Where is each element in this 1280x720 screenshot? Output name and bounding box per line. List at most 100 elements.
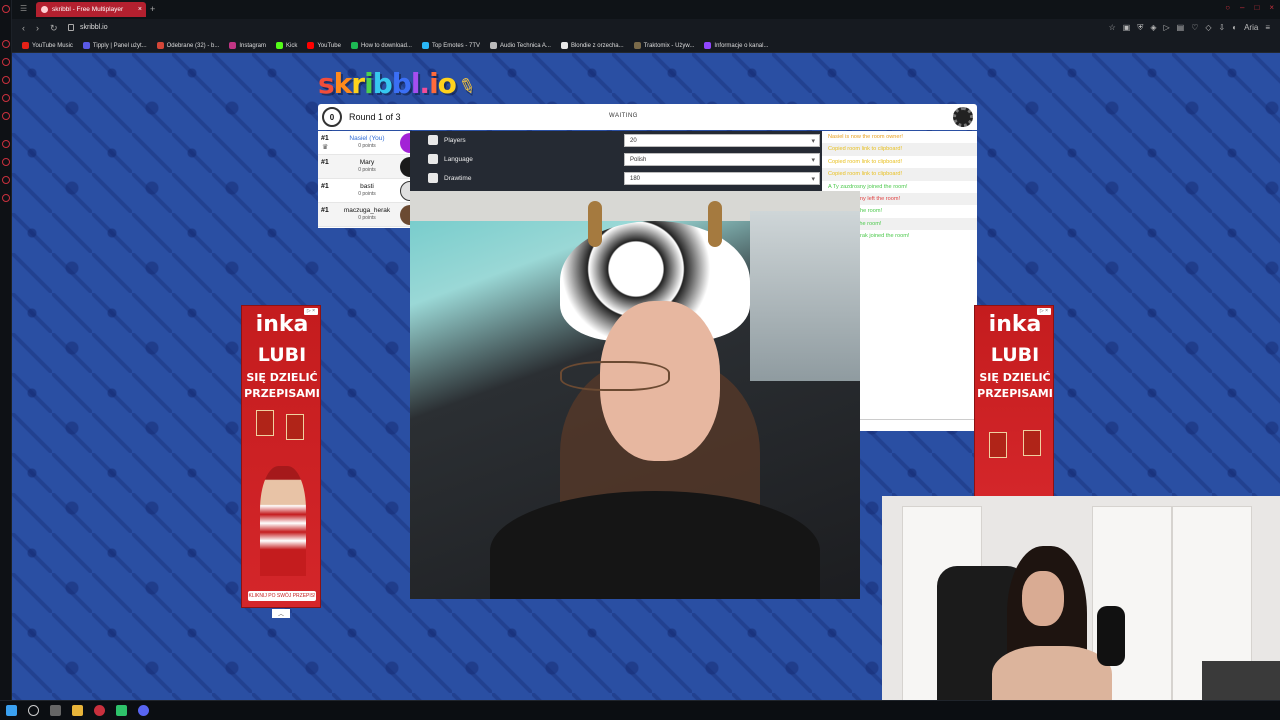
bookmark-item[interactable]: YouTube: [307, 42, 341, 49]
sidebar-app-icon[interactable]: [2, 158, 10, 166]
product-pack: [1023, 430, 1041, 456]
chat-message: Nasiel is now the room owner!: [828, 134, 903, 140]
cube-icon[interactable]: ◇: [1205, 23, 1211, 33]
ad-model: [260, 466, 306, 576]
aria-icon[interactable]: Aria: [1244, 23, 1258, 33]
sidebar-app-icon[interactable]: [2, 58, 10, 66]
profile-icon[interactable]: ◐: [1232, 23, 1237, 33]
ad-cta[interactable]: KLIKNIJ PO SWÓJ PRZEPIS!: [248, 591, 316, 601]
player-icon[interactable]: ▷: [1164, 23, 1170, 33]
round-indicator: Round 1 of 3: [349, 112, 401, 122]
logo-letter: .: [419, 67, 430, 100]
drawtime-select[interactable]: 180: [624, 172, 820, 185]
player-list: #1 ♛ Nasiel (You) 0 points #1 Mary 0 poi…: [318, 131, 420, 228]
ad-banner-right[interactable]: ▷ × inka LUBI SIĘ DZIELIĆ PRZEPISAMI: [974, 305, 1054, 497]
ad-banner-left[interactable]: ▷ × inka LUBI SIĘ DZIELIĆ PRZEPISAMI KLI…: [241, 305, 321, 608]
windows-start-icon[interactable]: [6, 705, 17, 716]
player-points: 0 points: [358, 215, 376, 221]
player-row[interactable]: #1 ♛ Nasiel (You) 0 points: [318, 131, 420, 155]
reload-icon[interactable]: ↻: [50, 23, 58, 34]
file-explorer-icon[interactable]: [72, 705, 83, 716]
drawtime-clock-icon: [428, 173, 438, 183]
player-row[interactable]: #1 Mary 0 points: [318, 155, 420, 179]
bookmark-item[interactable]: Traktomix - Używ...: [633, 42, 694, 49]
opera-icon[interactable]: [94, 705, 105, 716]
logo-letter: l: [410, 67, 421, 100]
bookmark-item[interactable]: Informacje o kanal...: [704, 42, 768, 49]
bookmark-item[interactable]: Kick: [276, 42, 297, 49]
skribbl-favicon-icon: [41, 6, 48, 13]
tab-bar: ☰ skribbl - Free Multiplayer × + ○ – □ ×: [12, 0, 1280, 19]
ad-slogan: LUBI: [257, 344, 307, 366]
player-name: Nasiel (You): [349, 135, 385, 142]
search-icon[interactable]: [28, 705, 39, 716]
forward-icon[interactable]: ›: [36, 23, 39, 33]
body: [992, 646, 1112, 700]
tab-skribbl[interactable]: skribbl - Free Multiplayer ×: [36, 2, 146, 17]
kick-icon: [276, 42, 284, 49]
tab-menu-icon[interactable]: ☰: [20, 4, 27, 13]
close-window-icon[interactable]: ×: [1269, 3, 1274, 12]
bookmark-item[interactable]: YouTube Music: [22, 42, 73, 49]
player-rank: #1: [321, 135, 329, 142]
logo-letter: b: [391, 67, 412, 100]
sidebar-app-icon[interactable]: [2, 40, 10, 48]
browser-sidebar: [0, 0, 12, 700]
close-tab-icon[interactable]: ×: [138, 6, 142, 13]
bookmark-item[interactable]: Blondie z orzecha...: [560, 42, 624, 49]
settings-gear-icon[interactable]: [953, 107, 973, 127]
player-row[interactable]: #1 maczuga_herak 0 points: [318, 203, 420, 227]
adblock-icon[interactable]: ⛨: [1137, 23, 1143, 33]
chat-message: Copied room link to clipboard!: [828, 158, 902, 165]
task-view-icon[interactable]: [50, 705, 61, 716]
minimize-icon[interactable]: –: [1240, 3, 1244, 12]
player-row[interactable]: #1 basti 0 points: [318, 179, 420, 203]
sidebar-app-icon[interactable]: [2, 112, 10, 120]
recipe-site-icon: [560, 42, 568, 49]
player-points: 0 points: [358, 167, 376, 173]
bookmark-item[interactable]: Audio Technica A...: [490, 42, 551, 49]
ad-slogan: SIĘ DZIELIĆ: [246, 371, 318, 384]
screenshot-icon[interactable]: ▣: [1123, 23, 1131, 33]
app-icon[interactable]: [116, 705, 127, 716]
microphone: [1097, 606, 1125, 666]
heart-icon[interactable]: ♡: [1191, 23, 1198, 33]
product-pack: [256, 410, 274, 436]
search-tabs-icon[interactable]: ○: [1225, 3, 1230, 12]
logo-letter: o: [437, 67, 457, 100]
game-header: 0 Round 1 of 3 WAITING: [318, 104, 977, 130]
download-icon[interactable]: ⇩: [1219, 23, 1226, 33]
ad-collapse-icon[interactable]: ︿: [272, 609, 290, 618]
players-select[interactable]: 20: [624, 134, 820, 147]
discord-icon[interactable]: [138, 705, 149, 716]
download-site-icon: [350, 42, 358, 49]
easy-files-icon[interactable]: ▤: [1177, 23, 1185, 33]
bookmark-item[interactable]: Tipply | Panel użyt...: [82, 42, 147, 49]
player-name: Mary: [359, 159, 375, 166]
menu-icon[interactable]: ≡: [1265, 23, 1270, 33]
bookmark-item[interactable]: Odebrane (32) - b...: [156, 42, 219, 49]
skribbl-logo[interactable]: s k r i b b l. i o ✎: [318, 67, 478, 100]
url-field[interactable]: skribbl.io: [80, 24, 108, 31]
language-select[interactable]: Polish: [624, 153, 820, 166]
tab-title: skribbl - Free Multiplayer: [52, 6, 124, 13]
opera-logo-icon[interactable]: [2, 5, 10, 13]
back-icon[interactable]: ‹: [22, 23, 25, 33]
bookmark-icon[interactable]: ☆: [1109, 23, 1116, 33]
setting-label: Language: [444, 156, 473, 163]
sidebar-app-icon[interactable]: [2, 176, 10, 184]
vpn-icon[interactable]: ◈: [1150, 23, 1156, 33]
sidebar-app-icon[interactable]: [2, 194, 10, 202]
sidebar-app-icon[interactable]: [2, 94, 10, 102]
sidebar-app-icon[interactable]: [2, 140, 10, 148]
new-tab-button[interactable]: +: [150, 4, 155, 14]
chat-message: Copied room link to clipboard!: [822, 168, 977, 181]
logo-letter: i: [429, 67, 439, 100]
bookmark-item[interactable]: How to download...: [350, 42, 412, 49]
lock-icon[interactable]: [68, 24, 74, 31]
sidebar-app-icon[interactable]: [2, 76, 10, 84]
bookmark-item[interactable]: Top Emotes - 7TV: [421, 42, 480, 49]
bookmark-item[interactable]: Instagram: [229, 42, 266, 49]
game-status: WAITING: [609, 113, 638, 119]
maximize-icon[interactable]: □: [1254, 3, 1259, 12]
